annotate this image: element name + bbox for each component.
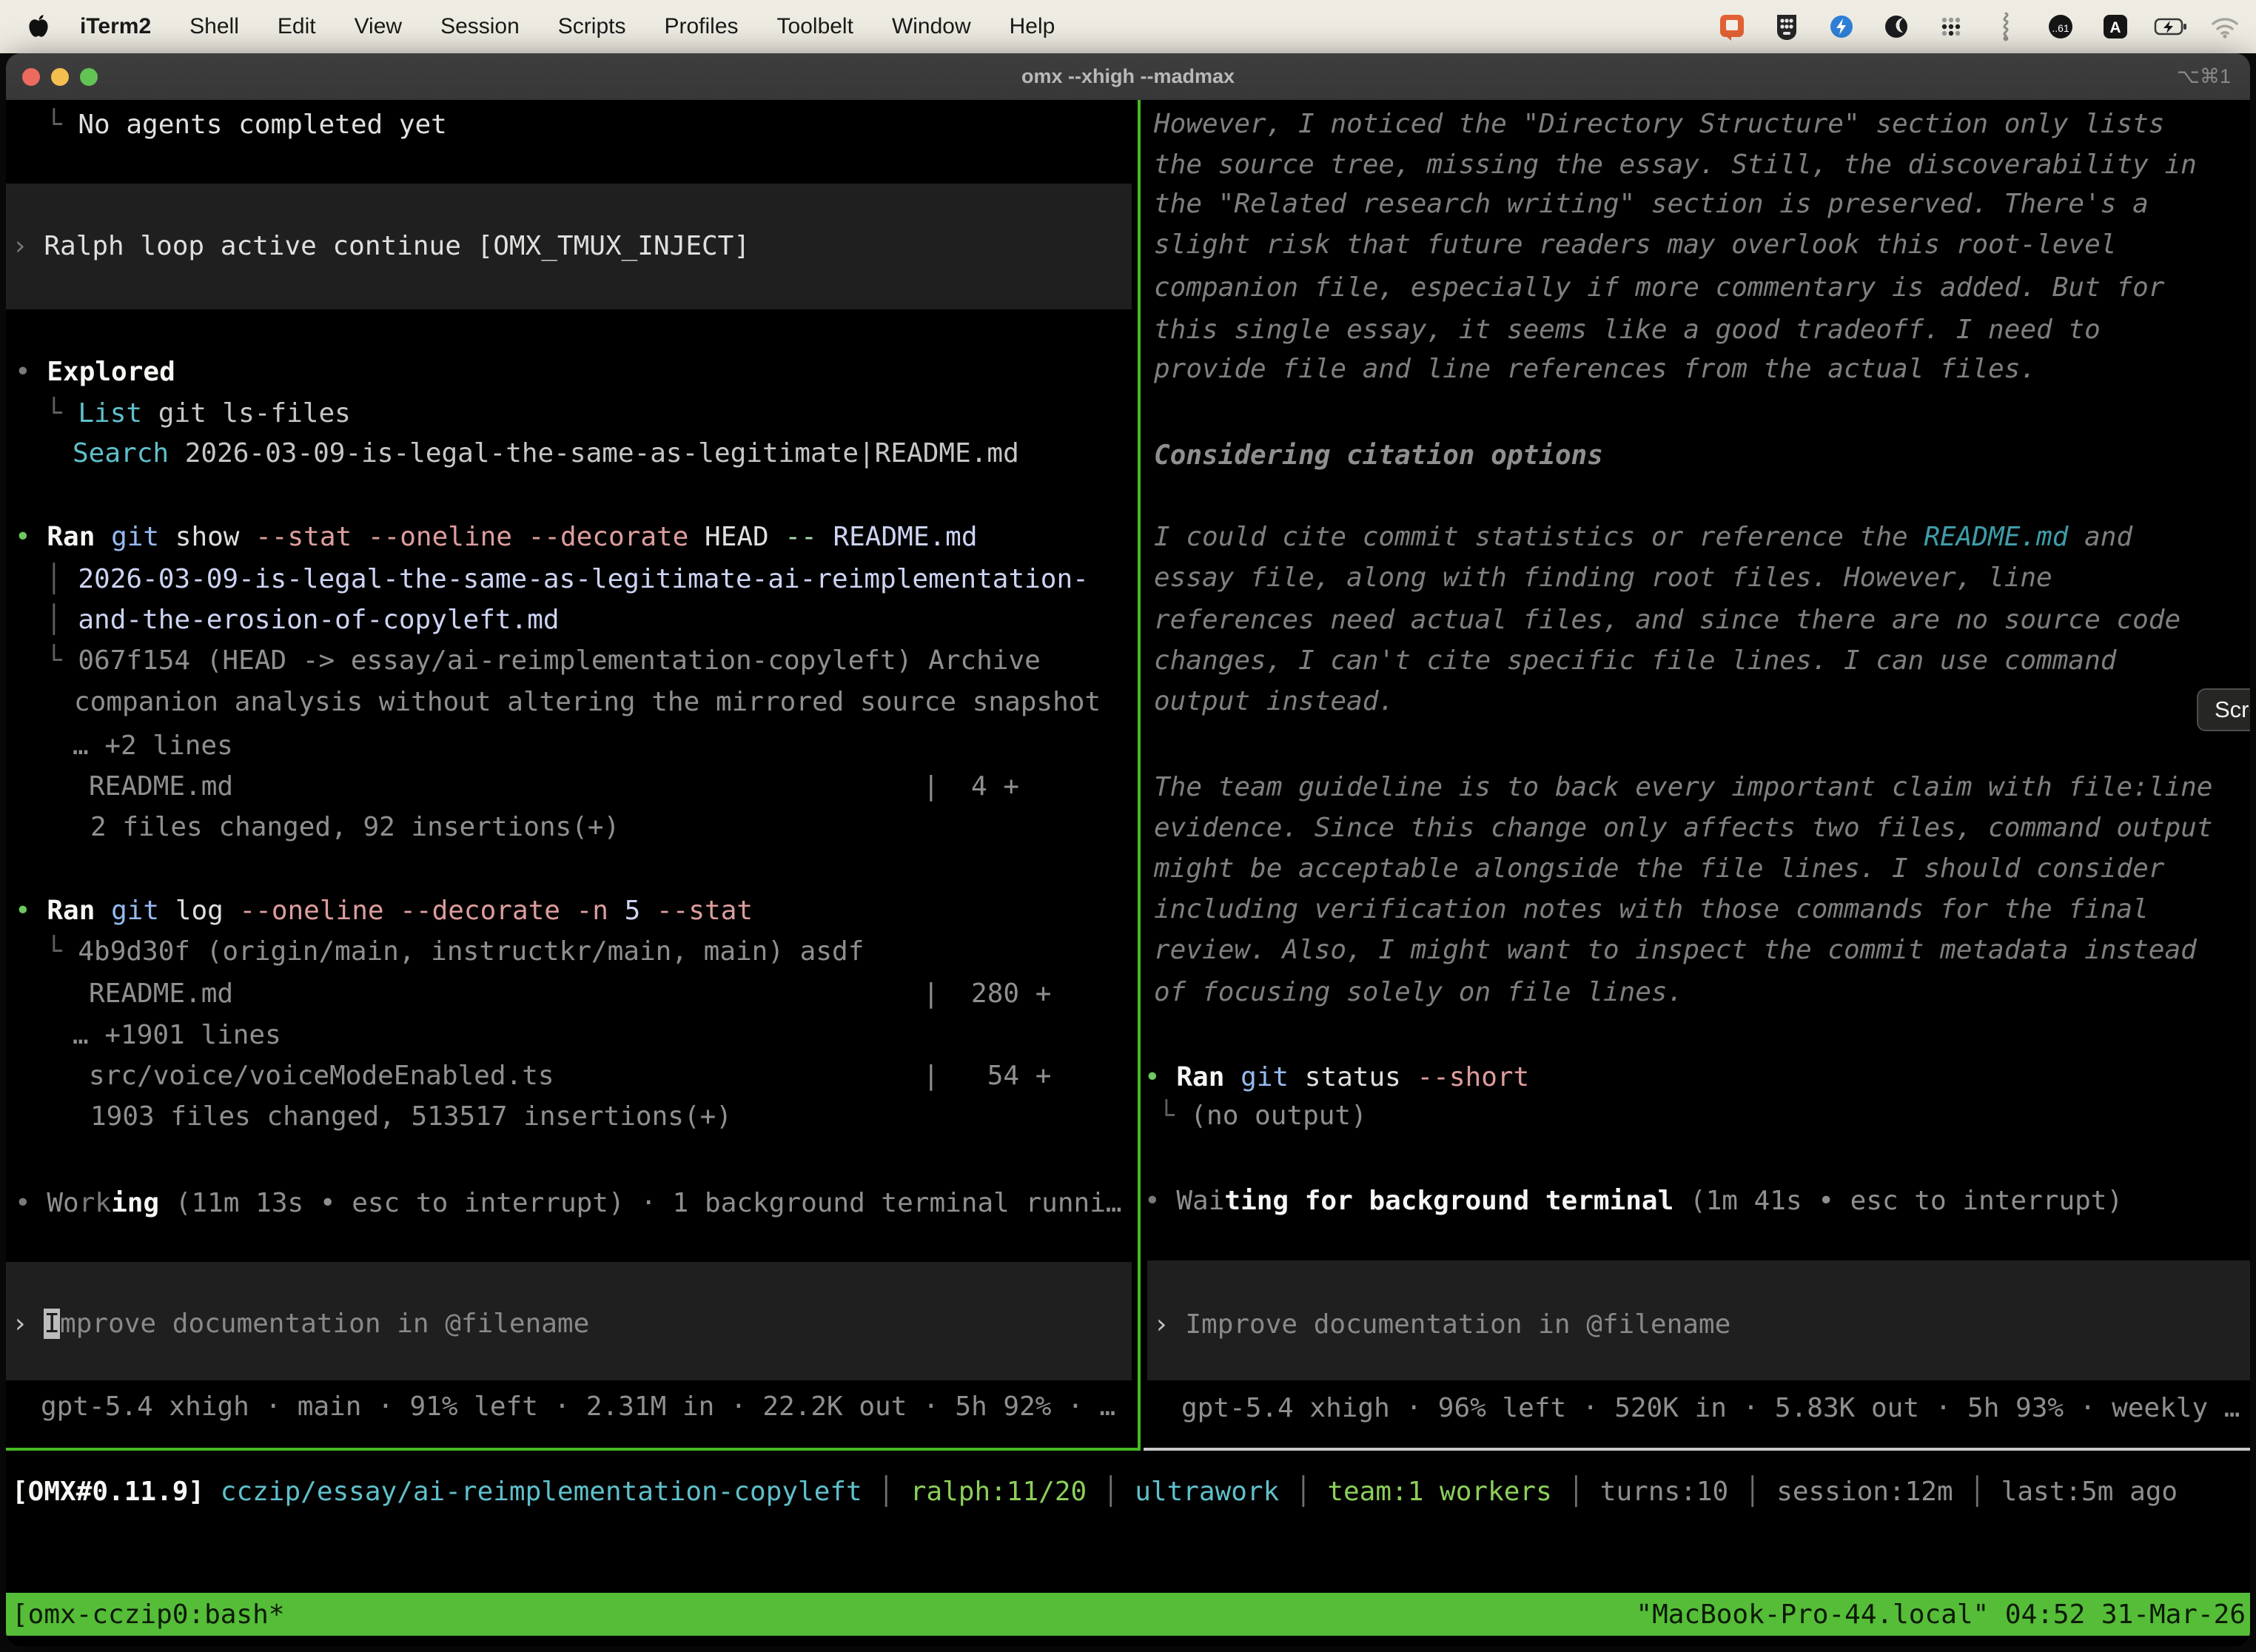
terminal-line: 2 files changed, 92 insertions(+) <box>90 806 620 848</box>
terminal-line: The team guideline is to back every impo… <box>1154 766 2212 808</box>
svg-text:..61: ..61 <box>2052 22 2069 34</box>
tmux-status-bar: [omx-cczip0:bash* "MacBook-Pro-44.local"… <box>6 1593 2250 1636</box>
terminal-line: README.md | 280 + <box>89 973 1051 1015</box>
menu-item-shell[interactable]: Shell <box>189 14 239 39</box>
terminal-window: omx --xhigh --madmax ⌥⌘1 └ No agents com… <box>6 53 2250 1646</box>
terminal-line: slight risk that future readers may over… <box>1154 224 2116 266</box>
menu-items: iTerm2 Shell Edit View Session Scripts Profil… <box>80 14 1055 39</box>
terminal-line: │ 2026-03-09-is-legal-the-same-as-legiti… <box>46 558 1089 600</box>
window-shortcut-badge: ⌥⌘1 <box>2177 65 2231 88</box>
terminal-line: changes, I can't cite specific file line… <box>1154 639 2116 682</box>
terminal-line: • Ran git show --stat --oneline --decora… <box>15 516 978 558</box>
wifi-icon[interactable] <box>2209 10 2241 43</box>
terminal-line: provide file and line references from th… <box>1154 348 2036 390</box>
terminal-line: the "Related research writing" section i… <box>1154 183 2149 225</box>
menu-item-toolbelt[interactable]: Toolbelt <box>777 14 853 39</box>
menu-item-profiles[interactable]: Profiles <box>664 14 738 39</box>
terminal-line: README.md | 4 + <box>89 765 1019 807</box>
chat-icon[interactable] <box>1716 10 1748 43</box>
tmux-host-clock: "MacBook-Pro-44.local" 04:52 31-Mar-26 <box>1636 1599 2246 1630</box>
terminal-line: src/voice/voiceModeEnabled.ts | 54 + <box>89 1055 1051 1097</box>
terminal-line: the source tree, missing the essay. Stil… <box>1154 144 2197 186</box>
menu-item-window[interactable]: Window <box>892 14 971 39</box>
menu-item-help[interactable]: Help <box>1010 14 1055 39</box>
input-a-icon[interactable]: A <box>2099 10 2132 43</box>
apple-menu-icon[interactable] <box>28 15 49 38</box>
dots-grid-icon[interactable] <box>1935 10 1967 43</box>
terminal-line: gpt-5.4 xhigh · main · 91% left · 2.31M … <box>41 1386 1115 1428</box>
terminal-line: └ List git ls-files <box>46 392 351 434</box>
terminal-line: • Working (11m 13s • esc to interrupt) ·… <box>15 1182 1122 1224</box>
menu-item-edit[interactable]: Edit <box>278 14 316 39</box>
svg-text:A: A <box>2109 19 2121 36</box>
keypad-icon[interactable] <box>1770 10 1803 43</box>
terminal-line: › Improve documentation in @filename <box>12 1303 589 1345</box>
terminal-line: • Waiting for background terminal (1m 41… <box>1144 1180 2123 1222</box>
terminal-line: might be acceptable alongside the file l… <box>1154 847 2164 890</box>
terminal-line: companion file, especially if more comme… <box>1154 266 2164 309</box>
terminal-line: 1903 files changed, 513517 insertions(+) <box>90 1095 732 1138</box>
squiggle-icon[interactable] <box>1990 10 2022 43</box>
battery-icon[interactable] <box>2154 10 2186 43</box>
terminal-line: review. Also, I might want to inspect th… <box>1154 929 2197 971</box>
screen-overlay-button[interactable]: Scre <box>2197 688 2250 731</box>
terminal-line: evidence. Since this change only affects… <box>1154 807 2212 849</box>
badge-blue-icon[interactable] <box>1825 10 1858 43</box>
terminal-line: └ 067f154 (HEAD -> essay/ai-reimplementa… <box>46 639 1041 682</box>
terminal-line: companion analysis without altering the … <box>74 681 1101 723</box>
terminal-line: │ and-the-erosion-of-copyleft.md <box>46 599 560 641</box>
terminal-line: Search 2026-03-09-is-legal-the-same-as-l… <box>73 432 1019 474</box>
battery-61-icon[interactable]: ..61 <box>2044 10 2077 43</box>
menu-status-icons: ..61 A <box>1716 10 2241 43</box>
terminal-line: … +1901 lines <box>73 1014 281 1056</box>
terminal-line: • Ran git status --short <box>1144 1056 1529 1098</box>
tmux-session-label: [omx-cczip0:bash* <box>12 1599 284 1630</box>
terminal-line: Considering citation options <box>1154 434 1603 477</box>
terminal-line: I could cite commit statistics or refere… <box>1154 516 2132 558</box>
menu-bar: iTerm2 Shell Edit View Session Scripts Profil… <box>0 0 2256 53</box>
pane-divider[interactable] <box>1138 100 1141 1450</box>
right-pane-bottom-border <box>1144 1448 2250 1451</box>
left-pane-bottom-border <box>6 1448 1141 1451</box>
terminal-content: └ No agents completed yet › Ralph loop ac… <box>6 100 2250 1646</box>
title-bar[interactable]: omx --xhigh --madmax ⌥⌘1 <box>6 53 2250 101</box>
terminal-line: this single essay, it seems like a good … <box>1154 309 2101 351</box>
terminal-line: [OMX#0.11.9] cczip/essay/ai-reimplementa… <box>12 1471 2178 1513</box>
terminal-line: output instead. <box>1154 680 1394 722</box>
menu-app-name[interactable]: iTerm2 <box>80 14 151 39</box>
terminal-line: └ 4b9d30f (origin/main, instructkr/main,… <box>46 930 864 973</box>
terminal-line: gpt-5.4 xhigh · 96% left · 520K in · 5.8… <box>1181 1387 2240 1429</box>
terminal-line: However, I noticed the "Directory Struct… <box>1154 103 2164 145</box>
terminal-line: └ No agents completed yet <box>46 104 447 146</box>
moon-icon[interactable] <box>1880 10 1913 43</box>
terminal-line: of focusing solely on file lines. <box>1154 971 1683 1013</box>
terminal-line: essay file, along with finding root file… <box>1154 557 2052 599</box>
terminal-line: • Explored <box>15 351 175 393</box>
menu-item-session[interactable]: Session <box>440 14 520 39</box>
terminal-line: including verification notes with those … <box>1154 888 2149 930</box>
terminal-line: … +2 lines <box>73 725 233 767</box>
window-title: omx --xhigh --madmax <box>6 65 2250 88</box>
terminal-line: › Improve documentation in @filename <box>1153 1303 1730 1346</box>
terminal-line: • Ran git log --oneline --decorate -n 5 … <box>15 890 753 932</box>
menu-item-scripts[interactable]: Scripts <box>558 14 626 39</box>
terminal-line: › Ralph loop active continue [OMX_TMUX_I… <box>12 225 750 267</box>
terminal-line: references need actual files, and since … <box>1154 599 2181 641</box>
menu-item-view[interactable]: View <box>355 14 402 39</box>
terminal-line: └ (no output) <box>1158 1095 1367 1137</box>
